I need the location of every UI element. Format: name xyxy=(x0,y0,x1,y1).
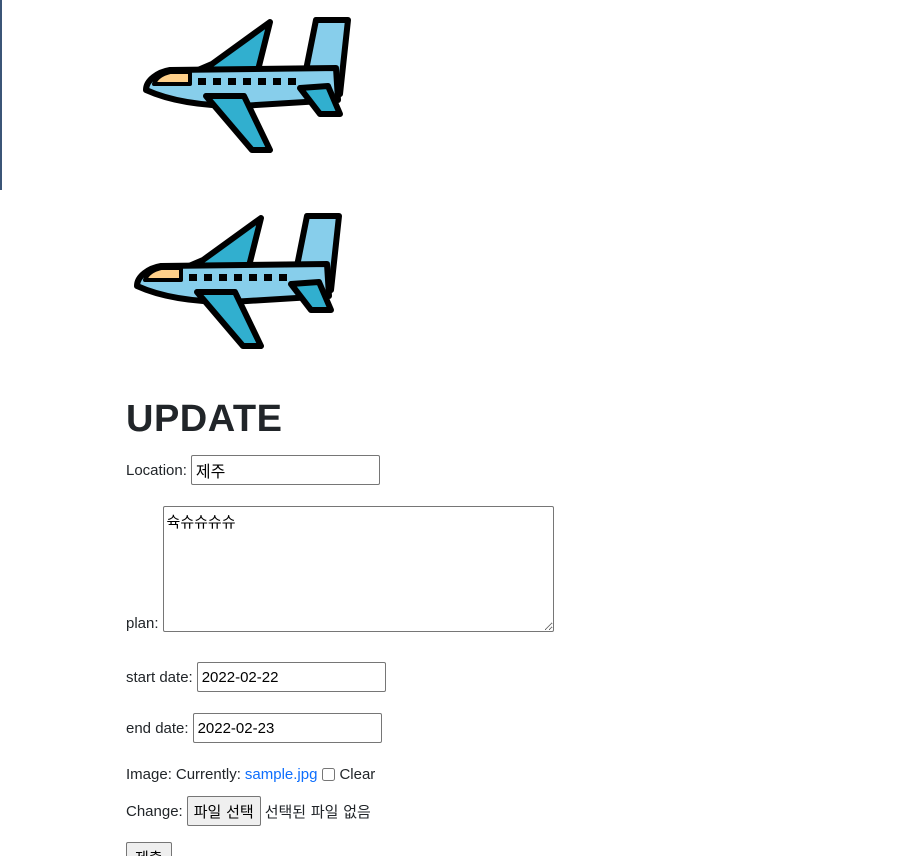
current-file-link[interactable]: sample.jpg xyxy=(245,766,318,783)
airplane-icon xyxy=(131,210,347,359)
end-date-row: end date: xyxy=(126,713,382,743)
location-row: Location: xyxy=(126,455,380,485)
page-title: UPDATE xyxy=(126,398,283,440)
start-date-input[interactable] xyxy=(196,662,386,692)
plan-label: plan: xyxy=(126,615,159,632)
location-label: Location: xyxy=(126,461,187,479)
start-date-label: start date: xyxy=(126,668,193,686)
no-file-selected-text: 선택된 파일 없음 xyxy=(264,802,371,821)
image-row: Image: Currently: sample.jpg Clear xyxy=(126,766,375,783)
choose-file-button[interactable]: 파일 선택 xyxy=(186,796,261,826)
start-date-row: start date: xyxy=(126,662,386,692)
submit-button[interactable]: 제출 xyxy=(126,842,172,856)
currently-label: Currently: xyxy=(175,766,241,783)
plan-textarea[interactable]: 슉슈슈슈슈 xyxy=(162,506,554,632)
image-label: Image: xyxy=(126,766,172,783)
airplane-icon xyxy=(140,14,356,163)
change-row: Change: 파일 선택 선택된 파일 없음 xyxy=(126,796,371,826)
change-label: Change: xyxy=(126,802,183,820)
clear-label[interactable]: Clear xyxy=(339,766,375,783)
submit-row: 제출 xyxy=(126,842,172,856)
clear-checkbox[interactable] xyxy=(322,768,336,781)
end-date-input[interactable] xyxy=(192,713,382,743)
location-input[interactable] xyxy=(190,455,380,485)
end-date-label: end date: xyxy=(126,719,189,737)
plan-row: plan: 슉슈슈슈슈 xyxy=(126,506,554,632)
left-edge-bar xyxy=(0,0,2,190)
